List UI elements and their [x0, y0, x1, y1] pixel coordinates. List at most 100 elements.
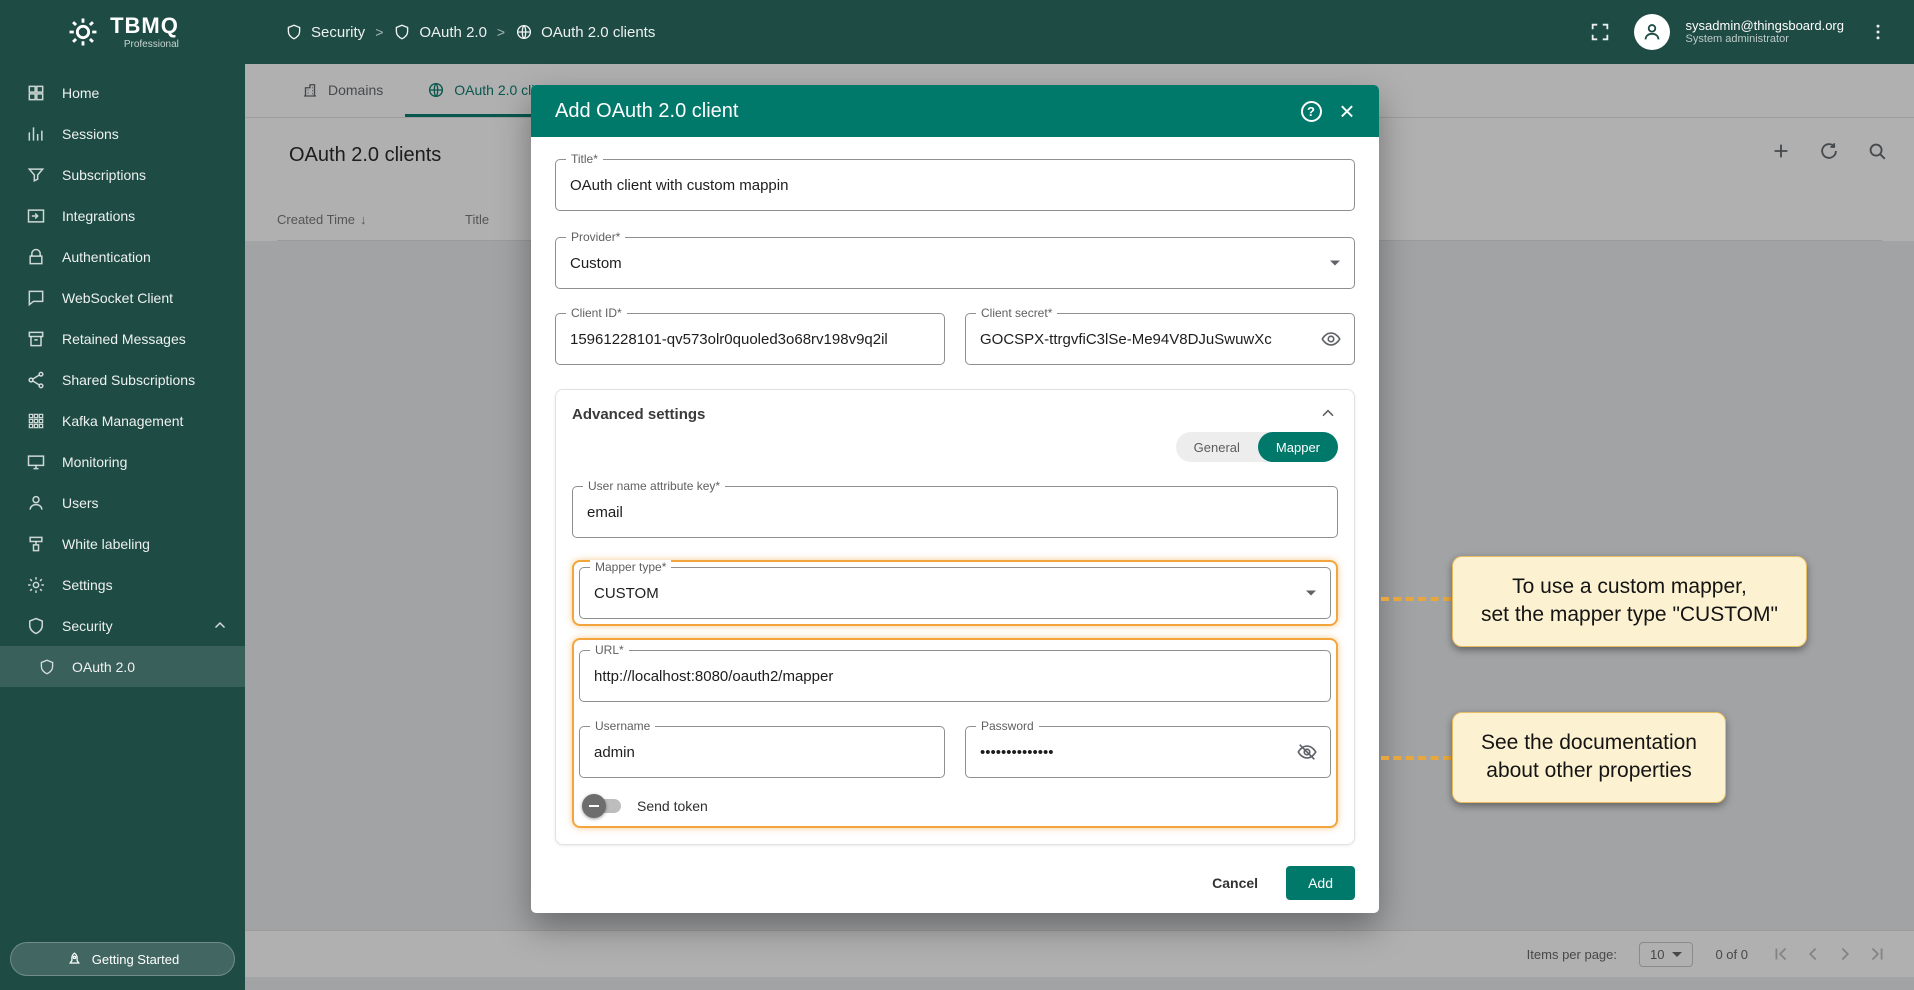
sidebar-item-integrations[interactable]: Integrations [0, 195, 245, 236]
client-id-input[interactable] [556, 314, 944, 364]
dialog-footer: Cancel Add [531, 853, 1379, 913]
mapper-type-callout: To use a custom mapper, set the mapper t… [1452, 556, 1807, 647]
callout-connector-line [1381, 597, 1451, 601]
sidebar-item-label: Security [62, 618, 113, 634]
dialog-header: Add OAuth 2.0 client ? × [531, 85, 1379, 137]
input-icon [26, 206, 46, 226]
url-input[interactable] [580, 651, 1330, 701]
monitor-icon [26, 452, 46, 472]
advanced-settings-header[interactable]: Advanced settings [572, 404, 1338, 424]
chat-icon [26, 288, 46, 308]
user-role: System administrator [1686, 33, 1844, 46]
breadcrumb-oauth[interactable]: OAuth 2.0 [393, 23, 487, 41]
shield-icon [26, 616, 46, 636]
username-attribute-key-input[interactable] [573, 487, 1337, 537]
chevron-down-icon [1306, 591, 1316, 596]
url-field: URL* [579, 650, 1331, 702]
brand: TBMQ Professional [0, 15, 245, 50]
provider-label: Provider* [566, 230, 625, 244]
getting-started-button[interactable]: Getting Started [10, 942, 235, 976]
app-root: TBMQ Professional Security > OAuth 2.0 >… [0, 0, 1914, 990]
sidebar-item-white-labeling[interactable]: White labeling [0, 523, 245, 564]
shield-icon [285, 23, 303, 41]
send-token-toggle[interactable] [585, 799, 621, 813]
sidebar-item-oauth[interactable]: OAuth 2.0 [0, 646, 245, 687]
breadcrumb-separator: > [497, 24, 505, 40]
sidebar-item-users[interactable]: Users [0, 482, 245, 523]
callout-text: about other properties [1481, 757, 1697, 785]
breadcrumb-label: OAuth 2.0 clients [541, 24, 655, 41]
chart-icon [26, 124, 46, 144]
sidebar-item-kafka-management[interactable]: Kafka Management [0, 400, 245, 441]
advanced-settings-panel: Advanced settings General Mapper User na… [555, 389, 1355, 845]
sidebar-item-subscriptions[interactable]: Subscriptions [0, 154, 245, 195]
sidebar-item-security[interactable]: Security [0, 605, 245, 646]
close-button[interactable]: × [1329, 93, 1365, 129]
brand-text: TBMQ Professional [110, 15, 179, 50]
person-icon [26, 493, 46, 513]
username-input[interactable] [580, 727, 944, 777]
breadcrumb: Security > OAuth 2.0 > OAuth 2.0 clients [285, 23, 655, 41]
title-input[interactable] [556, 160, 1354, 210]
sidebar-item-websocket-client[interactable]: WebSocket Client [0, 277, 245, 318]
visibility-icon[interactable] [1320, 328, 1342, 350]
sidebar-item-label: Shared Subscriptions [62, 372, 195, 388]
sidebar-item-label: Users [62, 495, 99, 511]
callout-connector-line [1381, 756, 1451, 760]
fullscreen-button[interactable] [1582, 14, 1618, 50]
close-icon: × [1339, 98, 1354, 124]
mapper-type-value: CUSTOM [580, 568, 1330, 618]
sidebar-item-retained-messages[interactable]: Retained Messages [0, 318, 245, 359]
client-secret-field: Client secret* [965, 313, 1355, 365]
help-button[interactable]: ? [1293, 93, 1329, 129]
breadcrumb-oauth-clients[interactable]: OAuth 2.0 clients [515, 23, 655, 41]
breadcrumb-security[interactable]: Security [285, 23, 365, 41]
username-label: Username [590, 719, 655, 733]
toggle-general[interactable]: General [1176, 432, 1258, 462]
send-token-row: Send token [579, 798, 1331, 814]
client-secret-input[interactable] [966, 314, 1354, 364]
sidebar-item-authentication[interactable]: Authentication [0, 236, 245, 277]
sidebar-item-monitoring[interactable]: Monitoring [0, 441, 245, 482]
user-email: sysadmin@thingsboard.org [1686, 18, 1844, 34]
sidebar-item-label: Monitoring [62, 454, 127, 470]
username-attribute-key-label: User name attribute key* [583, 479, 725, 493]
password-field: Password [965, 726, 1331, 778]
archive-icon [26, 329, 46, 349]
provider-field[interactable]: Provider* Custom [555, 237, 1355, 289]
sidebar-item-sessions[interactable]: Sessions [0, 113, 245, 154]
toggle-mapper[interactable]: Mapper [1258, 432, 1338, 462]
breadcrumb-separator: > [375, 24, 383, 40]
advanced-settings-title: Advanced settings [572, 406, 705, 423]
sidebar-item-settings[interactable]: Settings [0, 564, 245, 605]
client-id-label: Client ID* [566, 306, 627, 320]
password-input[interactable] [966, 727, 1330, 777]
shield-icon [38, 658, 56, 676]
sidebar-item-label: Authentication [62, 249, 151, 265]
getting-started-icon [66, 951, 83, 968]
user-menu-button[interactable] [1860, 14, 1896, 50]
settings-mode-toggle: General Mapper [572, 432, 1338, 462]
sidebar-item-home[interactable]: Home [0, 72, 245, 113]
cancel-button[interactable]: Cancel [1202, 867, 1268, 899]
grid-icon [26, 83, 46, 103]
sidebar: Home Sessions Subscriptions Integrations… [0, 64, 245, 990]
sidebar-item-label: WebSocket Client [62, 290, 173, 306]
sidebar-item-label: OAuth 2.0 [72, 659, 135, 675]
sidebar-item-label: Retained Messages [62, 331, 186, 347]
sidebar-item-shared-subscriptions[interactable]: Shared Subscriptions [0, 359, 245, 400]
sidebar-item-label: Home [62, 85, 99, 101]
brand-edition: Professional [124, 40, 179, 50]
avatar[interactable] [1634, 14, 1670, 50]
documentation-callout: See the documentation about other proper… [1452, 712, 1726, 803]
url-label: URL* [590, 643, 629, 657]
callout-text: set the mapper type "CUSTOM" [1481, 601, 1778, 629]
sidebar-item-label: Integrations [62, 208, 135, 224]
send-token-label: Send token [637, 798, 708, 814]
add-button[interactable]: Add [1286, 866, 1355, 900]
visibility-off-icon[interactable] [1296, 741, 1318, 763]
mapper-type-field[interactable]: Mapper type* CUSTOM [579, 567, 1331, 619]
sidebar-item-label: Subscriptions [62, 167, 146, 183]
gear-icon [26, 575, 46, 595]
topbar-right: sysadmin@thingsboard.org System administ… [1582, 14, 1914, 50]
